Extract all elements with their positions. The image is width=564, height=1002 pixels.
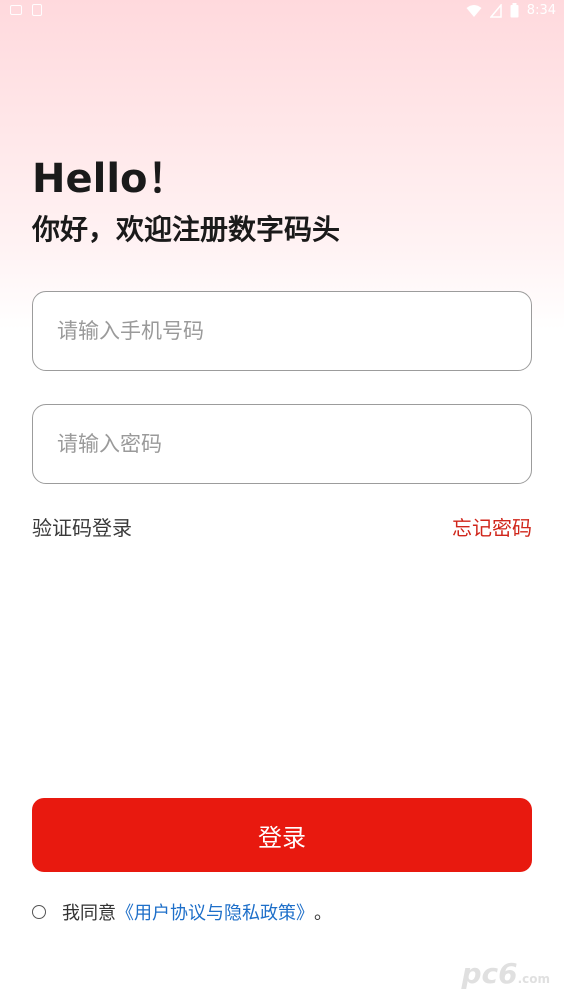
- wifi-icon: [466, 4, 482, 17]
- password-input[interactable]: [33, 405, 497, 483]
- agreement-suffix: 。: [314, 903, 332, 924]
- phone-input-container: [32, 291, 532, 371]
- status-left-icons: [10, 4, 42, 16]
- watermark-logo: pc6.com: [461, 957, 550, 990]
- battery-icon: [510, 3, 519, 18]
- radio-unchecked-icon[interactable]: [32, 905, 46, 919]
- agreement-link[interactable]: 《用户协议与隐私政策》: [116, 899, 314, 925]
- sms-login-link[interactable]: 验证码登录: [32, 512, 132, 541]
- status-right-icons: 8:34: [466, 3, 556, 18]
- agreement-row: 我同意 《用户协议与隐私政策》 。: [32, 899, 332, 925]
- notification-icon: [10, 5, 22, 15]
- agreement-prefix: 我同意: [62, 903, 116, 924]
- page-subtitle: 你好，欢迎注册数字码头: [32, 213, 341, 246]
- status-time: 8:34: [526, 3, 556, 18]
- signal-icon: [489, 3, 502, 18]
- page-title: Hello！: [32, 156, 188, 202]
- login-button[interactable]: 登录: [32, 798, 532, 872]
- status-bar: 8:34: [0, 0, 564, 24]
- forgot-password-link[interactable]: 忘记密码: [452, 512, 532, 541]
- watermark-domain: .com: [517, 972, 550, 986]
- watermark-brand: pc6: [461, 957, 518, 990]
- password-input-container: [32, 404, 532, 484]
- phone-input[interactable]: [33, 292, 497, 370]
- login-options-row: 验证码登录 忘记密码: [32, 512, 532, 542]
- app-icon: [32, 4, 42, 16]
